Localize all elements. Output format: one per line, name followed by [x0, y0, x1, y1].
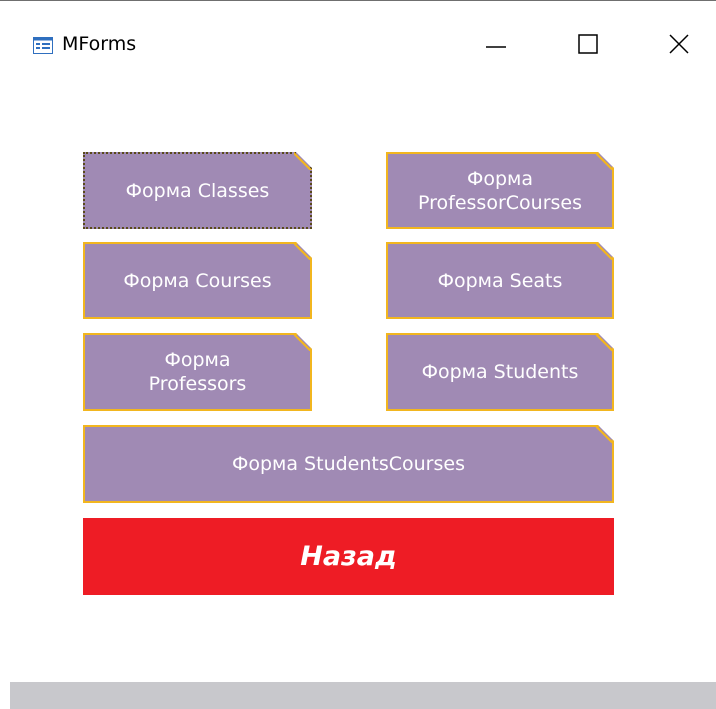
back-button-label: Назад: [300, 541, 397, 572]
minimize-button[interactable]: [471, 23, 521, 69]
professor-courses-form-button[interactable]: Форма ProfessorCourses: [386, 152, 614, 229]
courses-form-button[interactable]: Форма Courses: [83, 242, 312, 319]
close-button[interactable]: [654, 23, 704, 69]
button-corner: [294, 152, 312, 170]
professors-form-button[interactable]: Форма Professors: [83, 333, 312, 411]
status-bar: [10, 682, 716, 709]
form-icon: [33, 37, 53, 54]
maximize-button[interactable]: [563, 23, 613, 69]
seats-form-label: Форма Seats: [437, 269, 563, 292]
close-icon: [668, 33, 690, 59]
button-corner: [596, 333, 614, 351]
button-corner: [596, 425, 614, 443]
title-bar[interactable]: MForms: [0, 1, 716, 89]
button-corner: [294, 333, 312, 351]
back-button[interactable]: Назад: [83, 518, 614, 595]
professor-courses-form-label: Форма ProfessorCourses: [418, 167, 582, 214]
students-courses-form-button[interactable]: Форма StudentsCourses: [83, 425, 614, 503]
courses-form-label: Форма Courses: [123, 269, 272, 292]
minimize-icon: [485, 33, 507, 59]
button-corner: [596, 242, 614, 260]
button-corner: [596, 152, 614, 170]
seats-form-button[interactable]: Форма Seats: [386, 242, 614, 319]
maximize-icon: [577, 33, 599, 59]
classes-form-label: Форма Classes: [125, 179, 270, 202]
students-courses-form-label: Форма StudentsCourses: [232, 453, 465, 475]
button-corner: [294, 242, 312, 260]
window-title: MForms: [62, 33, 137, 55]
classes-form-button[interactable]: Форма Classes: [83, 152, 312, 229]
professors-form-label: Форма Professors: [148, 349, 247, 395]
students-form-button[interactable]: Форма Students: [386, 333, 614, 411]
students-form-label: Форма Students: [421, 361, 579, 383]
mforms-window: MForms Форма Classes Форма ProfessorCour…: [0, 0, 716, 709]
